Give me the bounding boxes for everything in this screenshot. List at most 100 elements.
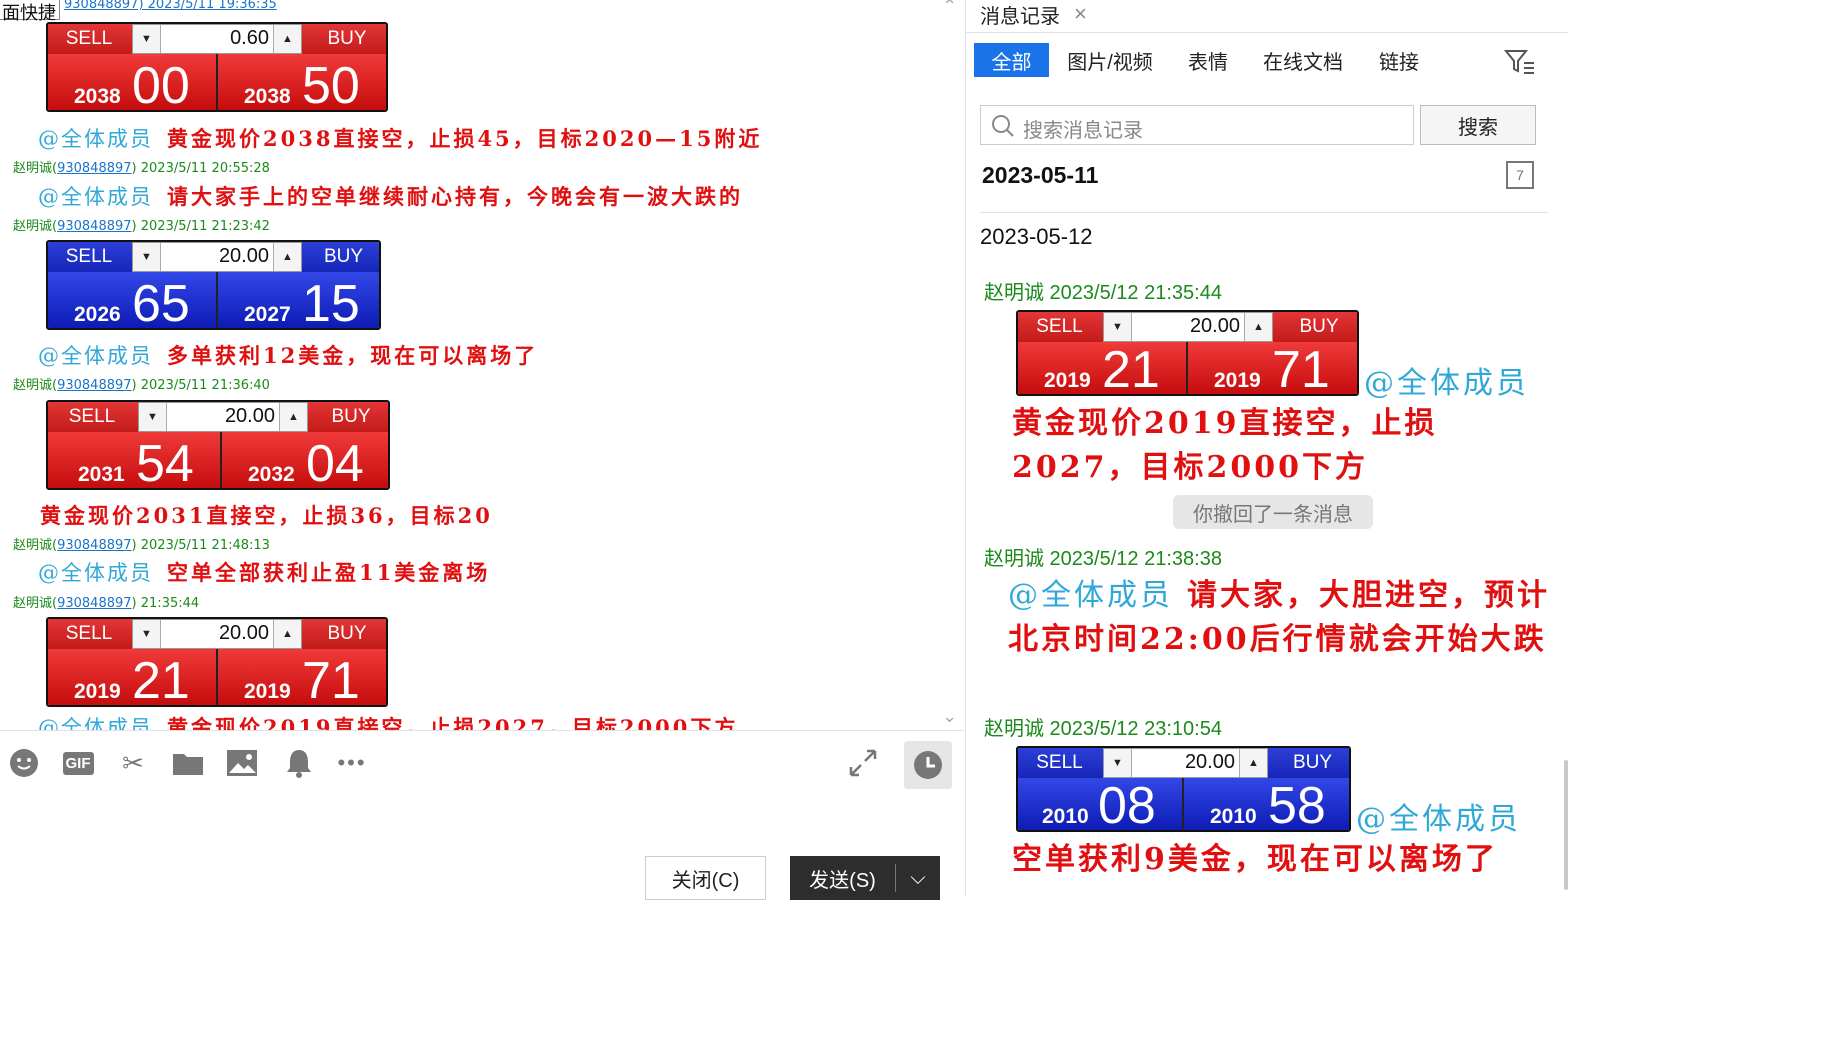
trade-widget: SELL ▼ 20.00 ▲ BUY 2019 21 2019 71: [46, 617, 388, 707]
decrease-icon[interactable]: ▼: [133, 620, 161, 648]
expand-icon[interactable]: [847, 747, 879, 779]
quick-label: 面快捷: [0, 0, 60, 23]
trade-widget: SELL ▼ 20.00 ▲ BUY 2026 65 2027 15: [46, 240, 381, 330]
amount-stepper[interactable]: ▼ 0.60 ▲: [132, 24, 302, 54]
decrease-icon[interactable]: ▼: [1104, 313, 1132, 341]
search-button[interactable]: 搜索: [1420, 105, 1536, 145]
buy-button[interactable]: BUY: [306, 619, 386, 649]
increase-icon[interactable]: ▲: [1244, 313, 1272, 341]
history-button[interactable]: [904, 741, 952, 789]
sell-price[interactable]: 2019 21: [1018, 341, 1186, 394]
trade-widget: SELL ▼ 20.00 ▲ BUY 2019 21 2019 71: [1016, 310, 1359, 396]
increase-icon[interactable]: ▲: [279, 403, 307, 431]
chat-log[interactable]: 面快捷 930848897) 2023/5/11 19:36:35 SELL ▼…: [0, 0, 964, 730]
buy-price[interactable]: 2032 04: [222, 432, 388, 488]
increase-icon[interactable]: ▲: [273, 25, 301, 53]
sell-price[interactable]: 2019 21: [48, 649, 216, 705]
search-icon: [992, 115, 1014, 137]
filter-media[interactable]: 图片/视频: [1062, 43, 1158, 77]
buy-price[interactable]: 2019 71: [1188, 341, 1357, 394]
close-button[interactable]: 关闭(C): [645, 856, 766, 900]
increase-icon[interactable]: ▲: [1239, 749, 1267, 777]
date-header: 2023-05-12: [980, 224, 1093, 249]
amount-stepper[interactable]: ▼ 20.00 ▲: [132, 242, 302, 272]
collapse-down-icon[interactable]: ⌄: [942, 706, 957, 727]
buy-button[interactable]: BUY: [1277, 312, 1357, 342]
message-meta: 赵明诚(930848897) 2023/5/11 21:48:13: [13, 538, 270, 553]
scrollbar[interactable]: [1564, 760, 1568, 890]
amount-value: 20.00: [1184, 751, 1235, 773]
buy-button[interactable]: BUY: [304, 242, 379, 272]
sell-price[interactable]: 2031 54: [48, 432, 220, 488]
image-icon[interactable]: [226, 747, 258, 779]
chat-message: @全体成员 黄金现价2019直接空，止损2027，目标2000下方: [38, 715, 739, 730]
amount-value: 20.00: [218, 245, 269, 267]
sell-button[interactable]: SELL: [48, 619, 130, 649]
message-meta: 赵明诚 2023/5/12 21:38:38: [984, 548, 1222, 570]
chevron-down-icon[interactable]: ⌵: [896, 867, 940, 890]
filter-docs[interactable]: 在线文档: [1260, 43, 1346, 77]
chat-panel: 面快捷 930848897) 2023/5/11 19:36:35 SELL ▼…: [0, 0, 964, 900]
filter-all[interactable]: 全部: [974, 43, 1049, 77]
decrease-icon[interactable]: ▼: [1104, 749, 1132, 777]
amount-value: 20.00: [1189, 315, 1240, 337]
sell-button[interactable]: SELL: [1018, 312, 1101, 342]
message-meta: 930848897) 2023/5/11 19:36:35: [64, 0, 277, 12]
bell-icon[interactable]: [283, 747, 315, 779]
search-placeholder: 搜索消息记录: [1023, 120, 1143, 142]
search-input[interactable]: 搜索消息记录: [980, 105, 1414, 145]
buy-price[interactable]: 2027 15: [218, 272, 379, 328]
buy-button[interactable]: BUY: [306, 24, 386, 54]
clock-icon: [914, 751, 942, 779]
sell-button[interactable]: SELL: [1018, 748, 1101, 778]
filter-emoji[interactable]: 表情: [1184, 43, 1232, 77]
chat-message: 黄金现价2019直接空，止损2027，目标2000下方: [1012, 406, 1438, 485]
collapse-up-icon[interactable]: ⌃: [942, 0, 957, 17]
amount-value: 0.60: [230, 27, 269, 49]
increase-icon[interactable]: ▲: [273, 243, 301, 271]
date-selected[interactable]: 2023-05-11: [982, 162, 1098, 189]
buy-button[interactable]: BUY: [310, 402, 388, 432]
close-icon[interactable]: ×: [1074, 1, 1087, 27]
tab-message-history[interactable]: 消息记录: [980, 0, 1060, 32]
message-meta: 赵明诚 2023/5/12 23:10:54: [984, 718, 1222, 740]
gif-icon[interactable]: GIF: [60, 747, 96, 779]
filter-links[interactable]: 链接: [1376, 43, 1422, 77]
scissors-icon[interactable]: ✂: [117, 747, 149, 779]
folder-icon[interactable]: [172, 747, 204, 779]
amount-stepper[interactable]: ▼ 20.00 ▲: [138, 402, 308, 432]
amount-stepper[interactable]: ▼ 20.00 ▲: [132, 619, 302, 649]
buy-price[interactable]: 2019 71: [218, 649, 386, 705]
trade-widget: SELL ▼ 0.60 ▲ BUY 2038 00 2038 50: [46, 22, 388, 112]
amount-stepper[interactable]: ▼ 20.00 ▲: [1103, 748, 1268, 778]
sell-price[interactable]: 2038 00: [48, 54, 216, 110]
amount-stepper[interactable]: ▼ 20.00 ▲: [1103, 312, 1273, 342]
decrease-icon[interactable]: ▼: [139, 403, 167, 431]
buy-price[interactable]: 2038 50: [218, 54, 386, 110]
sell-button[interactable]: SELL: [48, 242, 130, 272]
calendar-icon[interactable]: 7: [1506, 161, 1534, 189]
trade-widget: SELL ▼ 20.00 ▲ BUY 2031 54 2032 04: [46, 400, 390, 490]
amount-value: 20.00: [218, 622, 269, 644]
more-icon[interactable]: •••: [336, 747, 368, 779]
sell-button[interactable]: SELL: [48, 402, 136, 432]
sell-price[interactable]: 2026 65: [48, 272, 216, 328]
mention-all: @全体成员: [1356, 802, 1521, 837]
increase-icon[interactable]: ▲: [273, 620, 301, 648]
buy-price[interactable]: 2010 58: [1184, 777, 1349, 830]
emoji-icon[interactable]: [8, 747, 40, 779]
message-meta: 赵明诚(930848897) 21:35:44: [13, 596, 200, 611]
filter-icon[interactable]: [1503, 48, 1536, 81]
chat-message: 黄金现价2031直接空，止损36，目标20: [40, 503, 493, 528]
sell-price[interactable]: 2010 08: [1018, 777, 1182, 830]
decrease-icon[interactable]: ▼: [133, 25, 161, 53]
chat-message: @全体成员 请大家手上的空单继续耐心持有，今晚会有一波大跌的: [38, 184, 743, 209]
chat-message: 空单获利9美金，现在可以离场了: [1012, 842, 1498, 877]
buy-button[interactable]: BUY: [1272, 748, 1349, 778]
decrease-icon[interactable]: ▼: [133, 243, 161, 271]
send-button[interactable]: 发送(S) ⌵: [790, 856, 940, 900]
message-meta: 赵明诚(930848897) 2023/5/11 21:36:40: [13, 378, 270, 393]
chat-message: @全体成员 请大家，大胆进空，预计北京时间22:00后行情就会开始大跌: [1008, 578, 1550, 657]
sell-button[interactable]: SELL: [48, 24, 130, 54]
chat-message: @全体成员 空单全部获利止盈11美金离场: [38, 560, 491, 585]
